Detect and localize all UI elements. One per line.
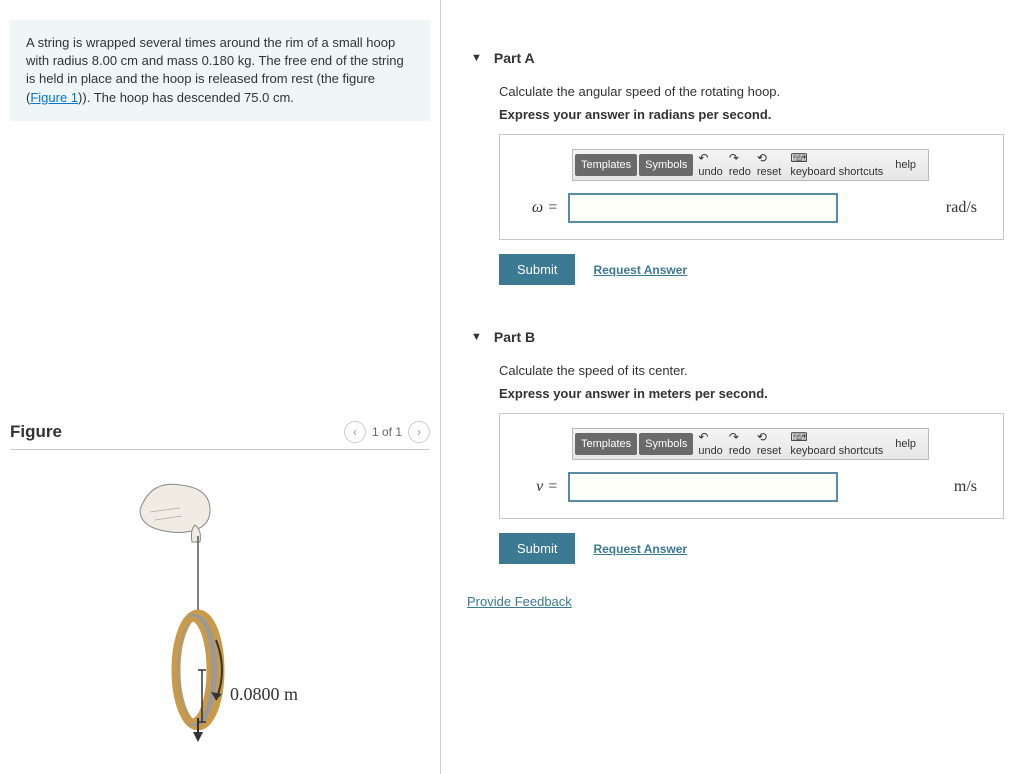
submit-button[interactable]: Submit	[499, 254, 575, 285]
unit-label: rad/s	[946, 199, 985, 217]
undo-button[interactable]: ↶undo	[695, 152, 725, 178]
variable-label: v =	[518, 478, 558, 496]
part-title: Part B	[494, 329, 535, 345]
part-instruction: Calculate the angular speed of the rotat…	[499, 84, 1004, 99]
answer-input[interactable]	[568, 193, 838, 223]
symbols-button[interactable]: Symbols	[639, 433, 693, 455]
help-button[interactable]: help	[889, 438, 922, 450]
figure-title: Figure	[10, 422, 62, 442]
figure-prev-button[interactable]: ‹	[344, 421, 366, 443]
answer-input[interactable]	[568, 472, 838, 502]
help-button[interactable]: help	[889, 159, 922, 171]
unit-label: m/s	[954, 478, 985, 496]
answer-panel: Templates Symbols ↶undo ↷redo ⟲reset ⌨ke…	[499, 413, 1004, 519]
request-answer-link[interactable]: Request Answer	[593, 263, 687, 277]
collapse-icon[interactable]: ▼	[471, 52, 482, 64]
submit-button[interactable]: Submit	[499, 533, 575, 564]
redo-button[interactable]: ↷redo	[726, 431, 754, 457]
prompt-text-after: )). The hoop has descended 75.0 cm.	[78, 90, 294, 105]
figure-link[interactable]: Figure 1	[30, 90, 78, 105]
variable-label: ω =	[518, 199, 558, 217]
part-title: Part A	[494, 50, 535, 66]
radius-label: 0.0800 m	[230, 684, 298, 704]
symbols-button[interactable]: Symbols	[639, 154, 693, 176]
templates-button[interactable]: Templates	[575, 154, 637, 176]
figure-header: Figure ‹ 1 of 1 ›	[10, 421, 430, 450]
editor-toolbar: Templates Symbols ↶undo ↷redo ⟲reset ⌨ke…	[572, 428, 929, 460]
keyboard-button[interactable]: ⌨keyboard shortcuts	[784, 431, 889, 457]
undo-button[interactable]: ↶undo	[695, 431, 725, 457]
provide-feedback-link[interactable]: Provide Feedback	[467, 594, 572, 609]
part-instruction: Calculate the speed of its center.	[499, 363, 1004, 378]
redo-button[interactable]: ↷redo	[726, 152, 754, 178]
request-answer-link[interactable]: Request Answer	[593, 542, 687, 556]
templates-button[interactable]: Templates	[575, 433, 637, 455]
figure-nav-count: 1 of 1	[372, 425, 402, 439]
reset-button[interactable]: ⟲reset	[754, 431, 784, 457]
figure-diagram: 0.0800 m	[10, 470, 430, 750]
editor-toolbar: Templates Symbols ↶undo ↷redo ⟲reset ⌨ke…	[572, 149, 929, 181]
collapse-icon[interactable]: ▼	[471, 331, 482, 343]
problem-statement: A string is wrapped several times around…	[10, 20, 430, 121]
answer-panel: Templates Symbols ↶undo ↷redo ⟲reset ⌨ke…	[499, 134, 1004, 240]
part-express: Express your answer in meters per second…	[499, 386, 1004, 401]
part-a: ▼ Part A Calculate the angular speed of …	[471, 50, 1004, 285]
part-express: Express your answer in radians per secon…	[499, 107, 1004, 122]
keyboard-button[interactable]: ⌨keyboard shortcuts	[784, 152, 889, 178]
figure-next-button[interactable]: ›	[408, 421, 430, 443]
part-b: ▼ Part B Calculate the speed of its cent…	[471, 329, 1004, 564]
reset-button[interactable]: ⟲reset	[754, 152, 784, 178]
